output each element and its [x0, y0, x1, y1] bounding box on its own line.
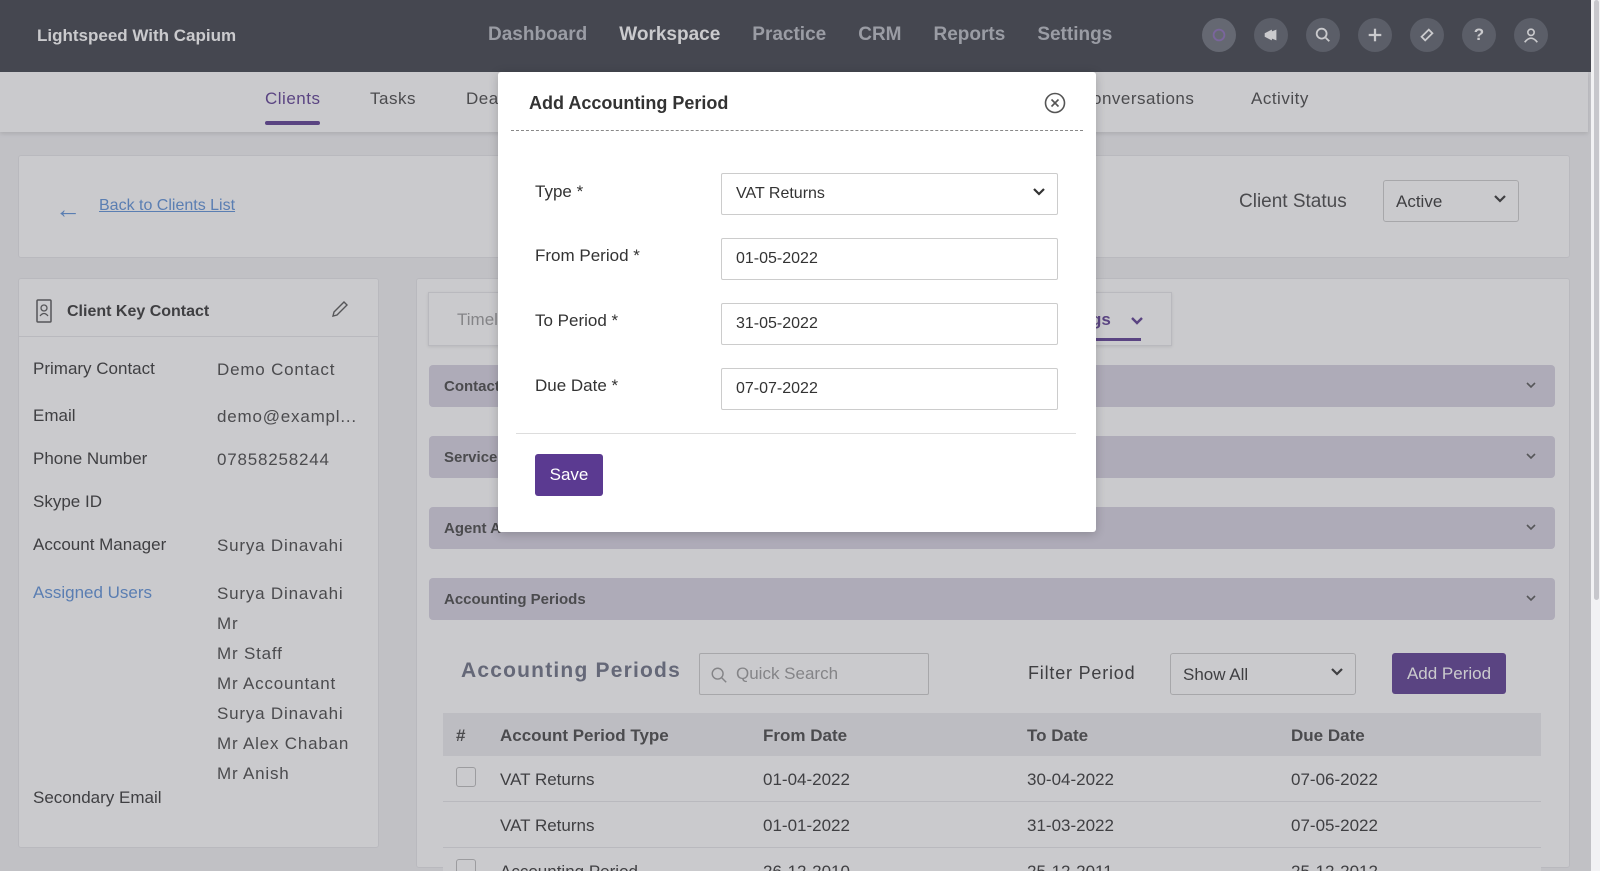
scrollbar-thumb[interactable]	[1594, 0, 1599, 600]
type-label: Type *	[535, 182, 584, 201]
chevron-down-icon	[1033, 188, 1045, 196]
from-period-value: 01-05-2022	[736, 250, 818, 267]
due-date-label: Due Date *	[535, 376, 619, 395]
modal-footer-divider	[516, 433, 1076, 434]
modal-title: Add Accounting Period	[529, 93, 729, 113]
add-accounting-period-modal: Add Accounting Period Type * VAT Returns…	[498, 72, 1096, 532]
from-period-input[interactable]: 01-05-2022	[721, 238, 1058, 280]
to-period-input[interactable]: 31-05-2022	[721, 303, 1058, 345]
to-period-label: To Period *	[535, 311, 619, 330]
close-icon[interactable]	[1044, 92, 1066, 114]
type-value: VAT Returns	[736, 185, 825, 202]
type-select[interactable]: VAT Returns	[721, 173, 1058, 215]
from-period-label: From Period *	[535, 246, 640, 265]
due-date-input[interactable]: 07-07-2022	[721, 368, 1058, 410]
save-button[interactable]: Save	[535, 454, 603, 496]
due-date-value: 07-07-2022	[736, 380, 818, 397]
to-period-value: 31-05-2022	[736, 315, 818, 332]
modal-divider	[511, 130, 1083, 131]
